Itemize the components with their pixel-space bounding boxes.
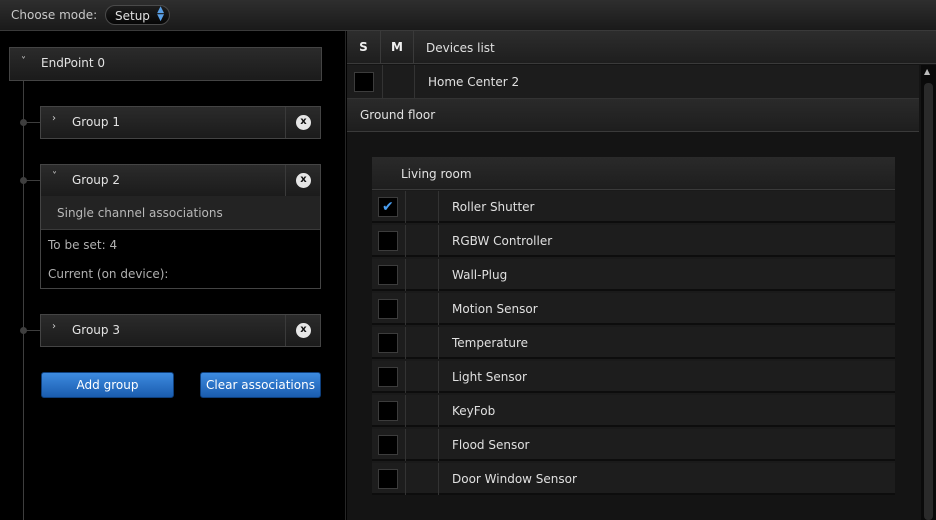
ground-floor-header[interactable]: Ground floor (347, 99, 919, 132)
column-m-cell (407, 225, 439, 257)
column-m-cell (407, 361, 439, 393)
device-row[interactable]: Temperature (372, 327, 895, 359)
column-s-cell (372, 327, 406, 359)
close-icon: x (296, 323, 311, 338)
top-bar: Choose mode: Setup ▲ ▼ (0, 0, 936, 31)
home-center-label: Home Center 2 (428, 75, 520, 89)
column-m-cell (407, 395, 439, 427)
device-name: Roller Shutter (452, 200, 535, 214)
device-row[interactable]: ✔ Roller Shutter (372, 191, 895, 223)
updown-arrows-icon: ▲ ▼ (157, 5, 164, 23)
scrollbar-thumb[interactable] (924, 83, 933, 520)
column-divider (382, 65, 383, 99)
column-m-cell (407, 259, 439, 291)
column-m-cell (407, 429, 439, 461)
living-room-section: Living room ✔ Roller Shutter RGBW Controll… (372, 157, 895, 495)
device-checkbox[interactable] (378, 435, 398, 455)
device-name: Temperature (452, 336, 529, 350)
close-icon: x (296, 173, 311, 188)
room-label: Living room (401, 167, 472, 181)
to-be-set-text: To be set: 4 (48, 238, 118, 252)
checkmark-icon: ✔ (382, 199, 394, 215)
single-channel-associations-header[interactable]: Single channel associations (41, 196, 320, 230)
device-checkbox[interactable] (378, 333, 398, 353)
device-checkbox[interactable] (378, 265, 398, 285)
endpoint-label: EndPoint 0 (41, 56, 106, 70)
tree-connector (24, 180, 41, 181)
chevron-down-icon: ˅ (52, 171, 57, 182)
home-center-row[interactable]: Home Center 2 (347, 65, 919, 99)
mode-label: Choose mode: (11, 8, 98, 22)
column-s-cell (372, 463, 406, 495)
chevron-down-icon: ˅ (21, 56, 26, 67)
column-s-cell (372, 361, 406, 393)
column-divider (414, 65, 415, 99)
tree-connector (24, 122, 41, 123)
column-s-cell (372, 259, 406, 291)
current-on-device-text: Current (on device): (48, 267, 169, 281)
column-s-cell: ✔ (372, 191, 406, 223)
column-s-cell (372, 395, 406, 427)
device-row[interactable]: Wall-Plug (372, 259, 895, 291)
device-name: Flood Sensor (452, 438, 530, 452)
chevron-right-icon: › (52, 113, 56, 124)
device-name: Light Sensor (452, 370, 527, 384)
device-name: Wall-Plug (452, 268, 508, 282)
group-1-remove-button[interactable]: x (285, 107, 320, 138)
column-s-cell (372, 293, 406, 325)
floor-label: Ground floor (360, 108, 436, 122)
clear-associations-button[interactable]: Clear associations (200, 372, 321, 398)
home-center-checkbox[interactable] (354, 72, 374, 92)
subheader-label: Single channel associations (57, 206, 223, 220)
column-m-cell (407, 463, 439, 495)
column-m-cell (407, 293, 439, 325)
group-label: Group 3 (72, 323, 120, 337)
device-row[interactable]: Light Sensor (372, 361, 895, 393)
column-m-cell (407, 327, 439, 359)
device-name: Door Window Sensor (452, 472, 577, 486)
device-checkbox[interactable] (378, 299, 398, 319)
device-checkbox[interactable]: ✔ (378, 197, 398, 217)
tree-line (23, 79, 24, 520)
add-group-button[interactable]: Add group (41, 372, 174, 398)
device-row[interactable]: Door Window Sensor (372, 463, 895, 495)
close-icon: x (296, 115, 311, 130)
group-2-remove-button[interactable]: x (285, 165, 320, 196)
device-name: Motion Sensor (452, 302, 538, 316)
devices-panel: S M Devices list Home Center 2 ▲ Ground … (347, 31, 936, 520)
device-checkbox[interactable] (378, 367, 398, 387)
device-checkbox[interactable] (378, 401, 398, 421)
group-3-remove-button[interactable]: x (285, 315, 320, 346)
device-row[interactable]: RGBW Controller (372, 225, 895, 257)
device-row[interactable]: KeyFob (372, 395, 895, 427)
group-3-header[interactable]: › Group 3 x (40, 314, 321, 347)
associations-panel: ˅ EndPoint 0 › Group 1 x ˅ Group 2 x Sin… (0, 31, 346, 520)
tree-connector (24, 330, 41, 331)
scroll-up-arrow-icon[interactable]: ▲ (924, 67, 930, 76)
device-name: RGBW Controller (452, 234, 553, 248)
devices-list-header: S M Devices list (347, 31, 936, 64)
group-2-header[interactable]: ˅ Group 2 x (40, 164, 321, 197)
mode-select-value: Setup (115, 9, 150, 23)
device-checkbox[interactable] (378, 231, 398, 251)
group-label: Group 1 (72, 115, 120, 129)
group-2-body: Single channel associations To be set: 4… (40, 196, 321, 289)
group-label: Group 2 (72, 173, 120, 187)
column-m-header[interactable]: M (381, 31, 414, 64)
device-row[interactable]: Motion Sensor (372, 293, 895, 325)
device-name: KeyFob (452, 404, 496, 418)
endpoint-header[interactable]: ˅ EndPoint 0 (9, 47, 322, 81)
device-checkbox[interactable] (378, 469, 398, 489)
chevron-right-icon: › (52, 321, 56, 332)
column-s-header[interactable]: S (347, 31, 381, 64)
mode-select[interactable]: Setup ▲ ▼ (105, 5, 170, 25)
column-m-cell (407, 191, 439, 223)
group-1-header[interactable]: › Group 1 x (40, 106, 321, 139)
column-s-cell (372, 429, 406, 461)
devices-list-title: Devices list (426, 41, 495, 55)
device-row[interactable]: Flood Sensor (372, 429, 895, 461)
living-room-header[interactable]: Living room (372, 157, 895, 190)
column-s-cell (372, 225, 406, 257)
